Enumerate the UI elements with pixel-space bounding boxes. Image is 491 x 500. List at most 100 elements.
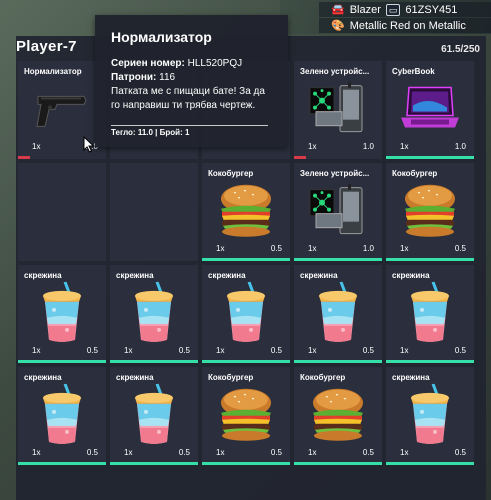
serial-label: Сериен номер: xyxy=(111,58,185,69)
slot-weight: 0.5 xyxy=(178,448,190,457)
slot-quantity: 1x xyxy=(216,346,225,355)
slot-quantity: 1x xyxy=(32,448,41,457)
slot-quantity: 1x xyxy=(216,448,225,457)
slot-weight: 0.5 xyxy=(362,346,374,355)
slot-item-name: CyberBook xyxy=(392,67,435,76)
durability-bar xyxy=(18,462,106,465)
inventory-slot[interactable]: Кокобургер 1x 0.5 xyxy=(202,367,290,465)
slot-weight: 0.5 xyxy=(270,244,282,253)
vehicle-color: Metallic Red on Metallic xyxy=(349,19,466,32)
slot-item-name: скрежина xyxy=(24,373,62,382)
slot-item-name: скрежина xyxy=(116,271,154,280)
vehicle-hud-color: 🎨 Metallic Red on Metallic xyxy=(319,18,491,33)
durability-bar xyxy=(386,258,474,261)
durability-bar xyxy=(294,360,382,363)
drink-icon xyxy=(131,281,177,349)
slot-weight: 0.5 xyxy=(454,448,466,457)
slot-weight: 0.5 xyxy=(454,244,466,253)
vehicle-plate: 61ZSY451 xyxy=(405,3,458,16)
slot-item-name: Кокобургер xyxy=(300,373,346,382)
tooltip-title: Нормализатор xyxy=(111,29,212,45)
slot-item-name: скрежина xyxy=(392,373,430,382)
durability-bar xyxy=(294,258,382,261)
durability-bar xyxy=(386,360,474,363)
drink-icon xyxy=(39,383,85,451)
inventory-slot[interactable]: скрежина 1x 0.5 xyxy=(294,265,382,363)
paint-icon: 🎨 xyxy=(331,20,345,32)
slot-quantity: 1x xyxy=(400,142,409,151)
durability-bar xyxy=(294,462,382,465)
slot-quantity: 1x xyxy=(400,244,409,253)
slot-weight: 0.5 xyxy=(270,346,282,355)
car-icon: 🚘 xyxy=(331,4,345,16)
inventory-slot[interactable]: Зелено устройс... 1x 1.0 xyxy=(294,163,382,261)
durability-bar xyxy=(202,258,290,261)
inventory-slot[interactable]: скрежина 1x 0.5 xyxy=(18,367,106,465)
inventory-weight: 61.5/250 xyxy=(441,44,480,55)
durability-bar xyxy=(386,156,474,159)
slot-item-name: скрежина xyxy=(24,271,62,280)
slot-quantity: 1x xyxy=(32,142,41,151)
ammo-label: Патрони: xyxy=(111,72,157,83)
serial-value: HLL520PQJ xyxy=(187,58,243,69)
slot-item-name: скрежина xyxy=(116,373,154,382)
slot-item-name: скрежина xyxy=(300,271,338,280)
inventory-slot[interactable]: CyberBook 1x 1.0 xyxy=(386,61,474,159)
inventory-slot[interactable]: скрежина 1x 0.5 xyxy=(386,367,474,465)
durability-bar xyxy=(294,156,306,159)
slot-item-name: Кокобургер xyxy=(208,373,254,382)
tooltip-footer: Тегло: 11.0 | Брой: 1 xyxy=(111,128,190,137)
slot-item-name: Кокобургер xyxy=(208,169,254,178)
slot-quantity: 1x xyxy=(400,448,409,457)
tooltip-divider xyxy=(111,125,268,126)
slot-weight: 0.5 xyxy=(178,346,190,355)
burger-icon xyxy=(217,387,275,448)
slot-weight: 0.5 xyxy=(454,346,466,355)
slot-item-name: Кокобургер xyxy=(392,169,438,178)
inventory-slot[interactable]: скрежина 1x 0.5 xyxy=(18,265,106,363)
plate-icon: ▭ xyxy=(385,3,401,16)
ammo-value: 116 xyxy=(159,72,176,83)
slot-weight: 0.5 xyxy=(86,448,98,457)
inventory-slot[interactable]: Зелено устройс... 1x 1.0 xyxy=(294,61,382,159)
slot-weight: 0.5 xyxy=(270,448,282,457)
inventory-slot[interactable]: скрежина 1x 0.5 xyxy=(202,265,290,363)
device-icon xyxy=(306,183,370,243)
tooltip-description: Патката ме с пищаци бате! За да го напра… xyxy=(111,86,265,111)
slot-item-name: Зелено устройс... xyxy=(300,169,370,178)
burger-icon xyxy=(217,183,275,244)
durability-bar xyxy=(110,360,198,363)
slot-weight: 1.0 xyxy=(362,142,374,151)
inventory-slot-empty[interactable] xyxy=(110,163,198,261)
slot-quantity: 1x xyxy=(308,142,317,151)
inventory-slot[interactable]: Кокобургер 1x 0.5 xyxy=(202,163,290,261)
drink-icon xyxy=(315,281,361,349)
slot-weight: 1.0 xyxy=(362,244,374,253)
slot-quantity: 1x xyxy=(400,346,409,355)
drink-icon xyxy=(407,281,453,349)
durability-bar xyxy=(202,462,290,465)
slot-weight: 0.5 xyxy=(362,448,374,457)
slot-quantity: 1x xyxy=(308,448,317,457)
slot-quantity: 1x xyxy=(32,346,41,355)
device-icon xyxy=(306,81,370,141)
inventory-slot[interactable]: скрежина 1x 0.5 xyxy=(110,265,198,363)
item-tooltip: Нормализатор Сериен номер: HLL520PQJ Пат… xyxy=(95,15,288,147)
durability-bar xyxy=(386,462,474,465)
inventory-slot[interactable]: скрежина 1x 0.5 xyxy=(386,265,474,363)
inventory-slot-empty[interactable] xyxy=(18,163,106,261)
vehicle-name: Blazer xyxy=(349,3,381,16)
drink-icon xyxy=(407,383,453,451)
inventory-slot[interactable]: скрежина 1x 0.5 xyxy=(110,367,198,465)
inventory-slot[interactable]: Кокобургер 1x 0.5 xyxy=(386,163,474,261)
mouse-cursor-icon xyxy=(83,136,95,153)
drink-icon xyxy=(39,281,85,349)
slot-quantity: 1x xyxy=(216,244,225,253)
slot-weight: 1.0 xyxy=(454,142,466,151)
inventory-slot[interactable]: Кокобургер 1x 0.5 xyxy=(294,367,382,465)
burger-icon xyxy=(401,183,459,244)
tooltip-body: Сериен номер: HLL520PQJ Патрони: 116 Пат… xyxy=(111,57,276,113)
durability-bar xyxy=(110,462,198,465)
drink-icon xyxy=(131,383,177,451)
vehicle-hud-name: 🚘 Blazer ▭ 61ZSY451 xyxy=(319,2,491,17)
